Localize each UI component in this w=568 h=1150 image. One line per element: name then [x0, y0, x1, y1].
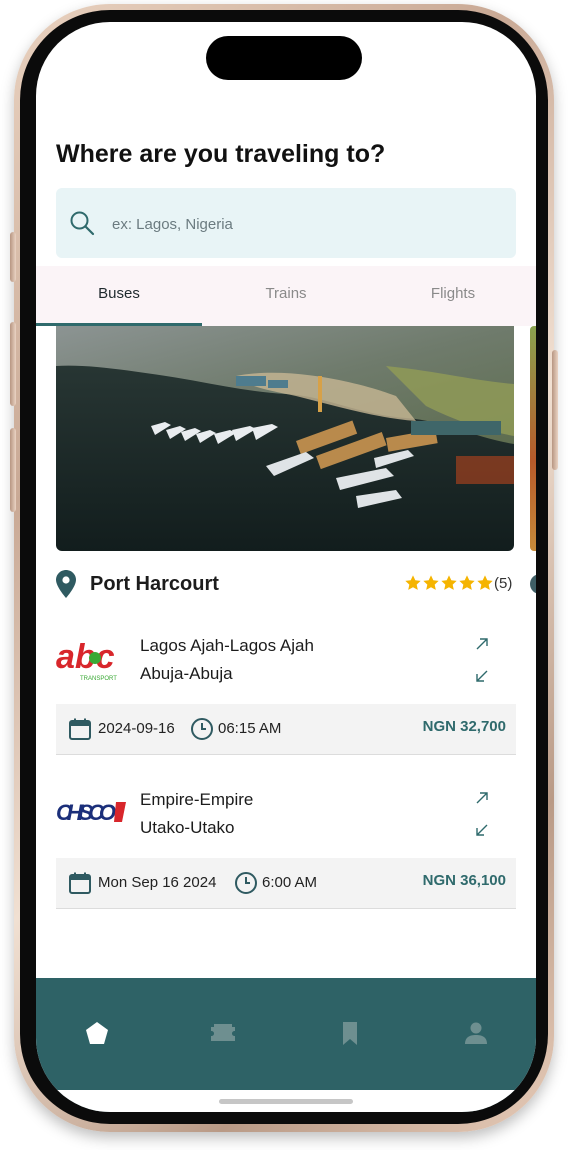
trip-date: Mon Sep 16 2024	[98, 874, 217, 891]
clock-icon	[191, 718, 213, 740]
chisco-logo: CHISCO	[56, 800, 126, 825]
trip-origin: Lagos Ajah-Lagos Ajah	[140, 636, 314, 655]
abc-logo-subtext: TRANSPORT	[80, 676, 117, 682]
app-screen: Where are you traveling to? Buses Trains…	[36, 22, 536, 1112]
destination-header: Port Harcourt (5)	[56, 570, 516, 600]
location-pin-icon	[56, 570, 76, 598]
arrow-up-right-icon	[476, 792, 488, 804]
harbor-photo	[56, 326, 514, 551]
ticket-icon[interactable]	[208, 1018, 238, 1048]
search-icon	[70, 211, 95, 236]
search-input[interactable]	[110, 210, 494, 238]
home-indicator-bar[interactable]	[219, 1099, 353, 1104]
clock-icon	[235, 872, 257, 894]
arrow-up-right-icon	[476, 638, 488, 650]
trip-destination: Utako-Utako	[140, 818, 235, 837]
arrow-down-left-icon	[476, 824, 488, 836]
power-button	[552, 350, 558, 470]
star-icon	[441, 575, 457, 590]
dynamic-island	[206, 36, 362, 80]
page-title: Where are you traveling to?	[56, 140, 386, 168]
destination-image[interactable]	[56, 326, 514, 551]
bookmark-icon[interactable]	[335, 1018, 365, 1048]
chisco-logo-text: CHISCO	[56, 800, 116, 825]
abc-transport-logo: abc TRANSPORT	[56, 638, 117, 682]
trip-price: NGN 32,700	[422, 718, 506, 735]
trip-price: NGN 36,100	[422, 872, 506, 889]
trip-time: 06:15 AM	[218, 720, 282, 737]
star-icon	[405, 575, 421, 590]
search-bar[interactable]	[56, 188, 516, 258]
destination-name: Port Harcourt	[90, 573, 219, 595]
rating-stars	[404, 574, 494, 594]
trip-card-route[interactable]: CHISCO Empire-Empire Utako-Utako	[56, 780, 516, 844]
trip-info-bar: 2024-09-16 06:15 AM NGN 32,700	[56, 704, 516, 755]
star-icon	[459, 575, 475, 590]
trip-info-bar: Mon Sep 16 2024 6:00 AM NGN 36,100	[56, 858, 516, 909]
volume-up-button	[10, 322, 16, 406]
arrow-down-left-icon	[476, 670, 488, 682]
volume-down-button	[10, 428, 16, 512]
star-icon	[423, 575, 439, 590]
home-icon[interactable]	[82, 1018, 112, 1048]
calendar-icon	[69, 718, 91, 740]
calendar-icon	[69, 872, 91, 894]
next-card-pin-peek	[530, 574, 536, 594]
tab-buses[interactable]: Buses	[36, 266, 202, 324]
trip-time: 6:00 AM	[262, 874, 318, 891]
trip-destination: Abuja-Abuja	[140, 664, 233, 683]
mute-switch	[10, 232, 16, 282]
trip-card-route[interactable]: abc TRANSPORT Lagos Ajah-Lagos Ajah Abuj…	[56, 626, 516, 690]
rating-count: (5)	[494, 575, 513, 592]
next-destination-peek[interactable]	[530, 326, 536, 551]
trip-date: 2024-09-16	[98, 720, 175, 737]
abc-logo-text: abc	[56, 638, 115, 676]
star-icon	[477, 575, 493, 590]
profile-icon[interactable]	[461, 1018, 491, 1048]
trip-origin: Empire-Empire	[140, 790, 254, 809]
tab-trains[interactable]: Trains	[203, 266, 369, 324]
transport-tabs: Buses Trains Flights	[36, 266, 536, 326]
tab-flights[interactable]: Flights	[370, 266, 536, 324]
